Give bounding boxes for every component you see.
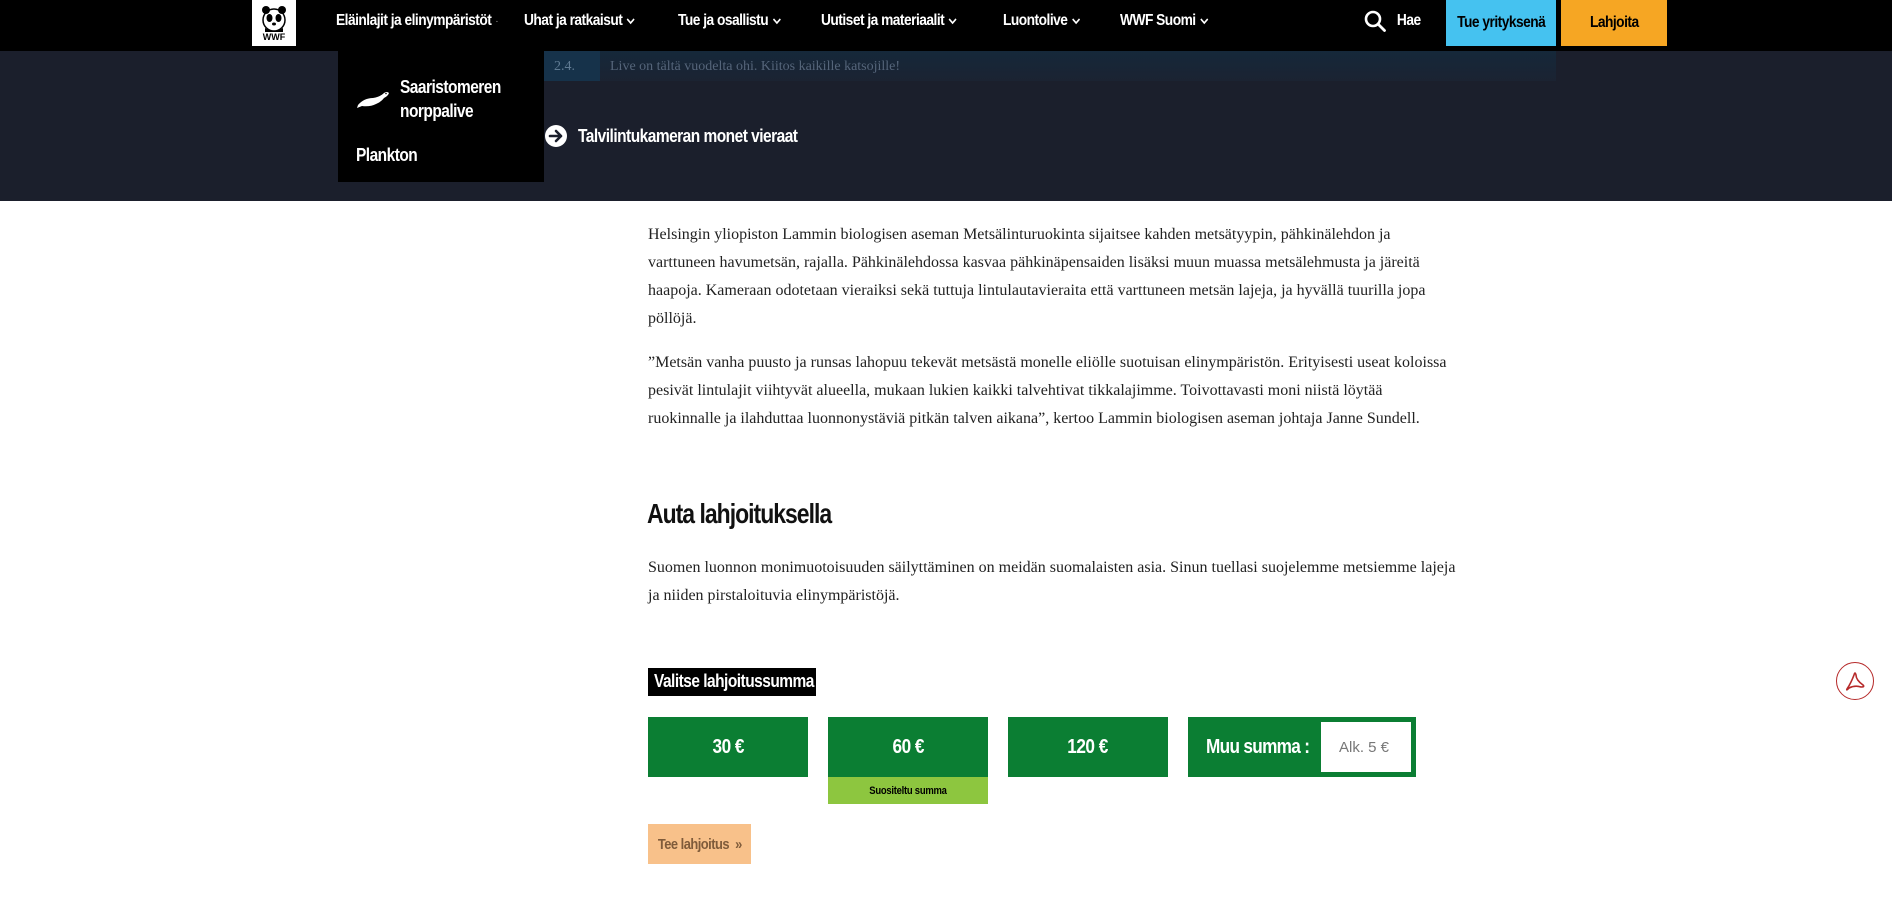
panda-icon (262, 6, 286, 32)
article-quote-paragraph: ”Metsän vanha puusto ja runsas lahopuu t… (648, 354, 1447, 427)
donate-label: Lahjoita (1589, 14, 1639, 31)
amount-value: 60 € (892, 735, 924, 758)
other-amount-input[interactable] (1321, 722, 1411, 772)
nav-item-label: Eläinlajit ja elinympäristöt (336, 12, 492, 29)
dropdown-item-label: Plankton (356, 145, 418, 165)
amount-option-120[interactable]: 120 € (1008, 717, 1168, 777)
chevron-down-icon (948, 17, 957, 24)
corporate-support-label: Tue yrityksenä (1456, 14, 1546, 31)
nav-item-label: Luontolive (1003, 12, 1068, 29)
donation-heading-text: Auta lahjoituksella (647, 498, 832, 529)
other-amount-label-text: Muu summa : (1206, 735, 1310, 758)
chevron-down-icon (1072, 17, 1080, 24)
winter-bird-camera-link[interactable]: Talvilintukameran monet vieraat (544, 124, 833, 148)
donation-heading: Auta lahjoituksella (647, 498, 872, 530)
nav-item-wwf-finland[interactable]: WWF Suomi (1120, 12, 1215, 30)
amount-value: 120 € (1067, 735, 1109, 758)
notice-date: 2.4. (544, 51, 600, 81)
nav-item-label: Uutiset ja materiaalit (821, 12, 945, 29)
corporate-support-button[interactable]: Tue yrityksenä (1446, 0, 1556, 46)
donate-button[interactable]: Lahjoita (1561, 0, 1667, 46)
select-amount-label: Valitse lahjoitussumma (648, 668, 816, 696)
top-navigation: WWF Eläinlajit ja elinympäristöt Uhat ja… (0, 0, 1892, 51)
recommended-amount-label: Suositeltu summa (869, 784, 947, 797)
search-icon (1364, 10, 1386, 32)
seal-icon (357, 92, 389, 108)
other-amount-option[interactable]: Muu summa : (1188, 717, 1416, 777)
article-paragraph: Helsingin yliopiston Lammin biologisen a… (648, 226, 1426, 327)
search-button[interactable]: Hae (1364, 0, 1423, 42)
nav-item-species[interactable]: Eläinlajit ja elinympäristöt (336, 12, 498, 30)
select-amount-text: Valitse lahjoitussumma (654, 671, 814, 691)
make-donation-label: Tee lahjoitus » (657, 835, 742, 853)
recommended-amount-badge: Suositeltu summa (828, 777, 988, 804)
chevron-down-icon (495, 20, 498, 22)
other-amount-label: Muu summa : (1206, 717, 1326, 777)
chevron-down-icon (1200, 17, 1209, 24)
amount-value: 30 € (712, 735, 744, 758)
wwf-logo[interactable]: WWF (252, 0, 296, 46)
main-menu: Eläinlajit ja elinympäristöt Uhat ja rat… (336, 0, 1230, 42)
hero-band: 2.4. Live on tältä vuodelta ohi. Kiitos … (0, 51, 1892, 201)
chevron-down-icon (772, 17, 781, 24)
nav-item-label: Tue ja osallistu (678, 12, 769, 29)
make-donation-button[interactable]: Tee lahjoitus » (648, 824, 751, 864)
nav-item-support[interactable]: Tue ja osallistu (678, 12, 801, 30)
pdf-reader-button[interactable] (1836, 662, 1874, 700)
winter-bird-camera-label: Talvilintukameran monet vieraat (578, 125, 798, 146)
nav-item-threats[interactable]: Uhat ja ratkaisut (524, 12, 656, 30)
dropdown-item-label-line2: norppalive (400, 101, 474, 121)
notice-text: Live on tältä vuodelta ohi. Kiitos kaiki… (610, 59, 901, 74)
dropdown-item-label-line1: Saaristomeren (400, 77, 501, 97)
luontolive-dropdown: Saaristomeren norppalive Plankton (338, 51, 544, 182)
chevron-down-icon (626, 17, 635, 24)
nav-item-label: WWF Suomi (1120, 12, 1196, 29)
search-label: Hae (1396, 12, 1421, 29)
nav-item-naturelive[interactable]: Luontolive (1003, 12, 1104, 30)
nav-item-label: Uhat ja ratkaisut (524, 12, 623, 29)
amount-option-30[interactable]: 30 € (648, 717, 808, 777)
nav-item-news[interactable]: Uutiset ja materiaalit (821, 12, 978, 30)
logo-text: WWF (262, 32, 286, 42)
dropdown-item-seal-live[interactable]: Saaristomeren norppalive (356, 75, 517, 123)
amount-option-60[interactable]: 60 € (828, 717, 988, 777)
donation-intro-paragraph: Suomen luonnon monimuotoisuuden säilyttä… (648, 559, 1456, 604)
dropdown-item-plankton[interactable]: Plankton (356, 145, 427, 166)
arrow-circle-right-icon (545, 125, 567, 147)
acrobat-icon (1845, 672, 1865, 691)
